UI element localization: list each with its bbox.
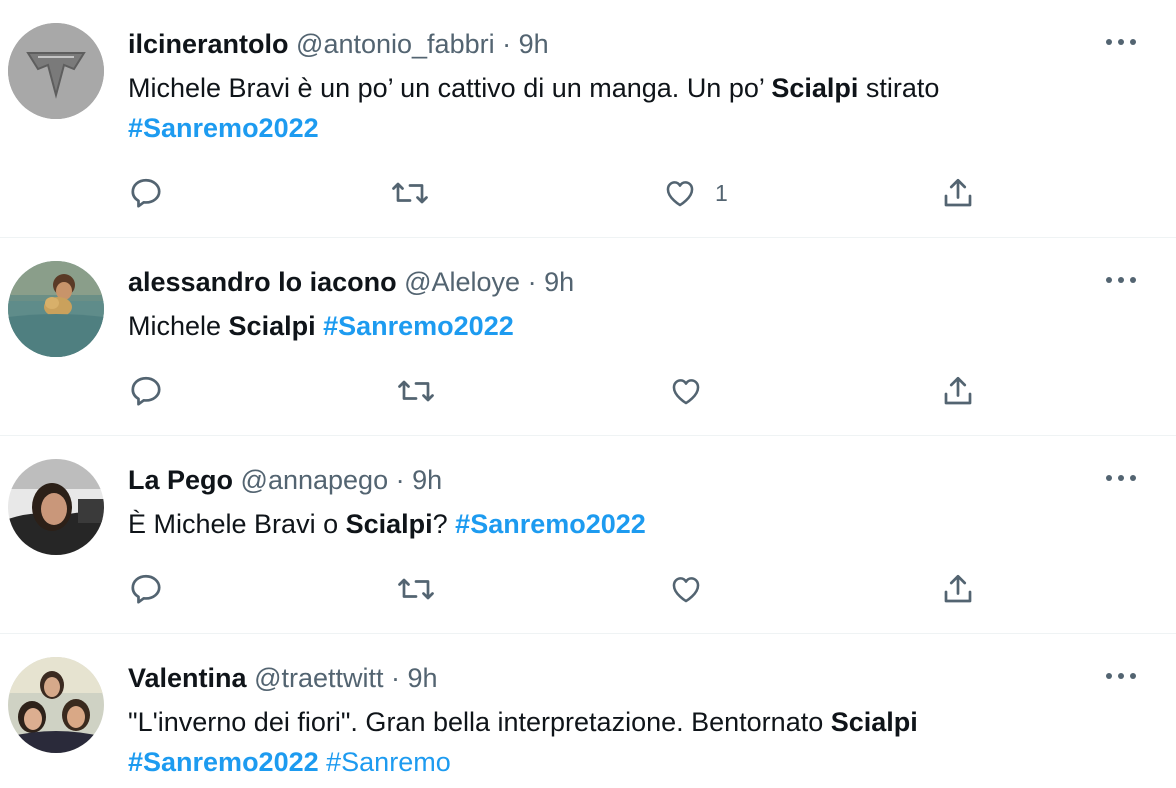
avatar[interactable] (8, 261, 104, 357)
timestamp[interactable]: 9h (408, 663, 438, 693)
like-button[interactable] (669, 569, 703, 609)
reply-icon (131, 376, 161, 406)
tweet[interactable]: alessandro lo iacono @Aleloye · 9h Miche… (0, 238, 1176, 436)
more-options-button[interactable] (1104, 666, 1138, 686)
avatar[interactable] (8, 23, 104, 119)
separator-dot: · (395, 465, 405, 495)
share-icon (944, 574, 972, 603)
more-options-button[interactable] (1104, 270, 1138, 290)
bold-keyword: Scialpi (345, 509, 433, 539)
separator-dot: · (502, 29, 512, 59)
more-icon (1106, 673, 1136, 679)
tweet-actions (128, 371, 988, 411)
bold-keyword: Scialpi (771, 73, 859, 103)
avatar[interactable] (8, 657, 104, 753)
tweet-header: alessandro lo iacono @Aleloye · 9h (128, 265, 574, 299)
retweet-button[interactable] (396, 569, 436, 609)
text-segment: "L'inverno dei fiori". Gran bella interp… (128, 707, 831, 737)
tweet[interactable]: ilcinerantolo @antonio_fabbri · 9h Miche… (0, 0, 1176, 238)
person-with-dog-avatar-icon (8, 261, 104, 357)
reply-icon (131, 574, 161, 604)
heart-icon (666, 181, 694, 207)
hashtag-link[interactable]: #Sanremo2022 (128, 113, 319, 143)
user-handle[interactable]: @antonio_fabbri (296, 29, 495, 59)
hashtag-link[interactable]: #Sanremo2022 (323, 311, 514, 341)
separator-dot: · (391, 663, 401, 693)
reply-button[interactable] (128, 569, 164, 609)
heart-icon (672, 379, 700, 405)
avatar[interactable] (8, 459, 104, 555)
hashtag-link[interactable]: #Sanremo (326, 747, 451, 777)
reply-button[interactable] (128, 371, 164, 411)
display-name[interactable]: ilcinerantolo (128, 29, 289, 59)
tweet-header: La Pego @annapego · 9h (128, 463, 442, 497)
display-name[interactable]: La Pego (128, 465, 233, 495)
like-button[interactable]: 1 (663, 173, 728, 213)
timestamp[interactable]: 9h (544, 267, 574, 297)
display-name[interactable]: Valentina (128, 663, 247, 693)
tweet-text: È Michele Bravi o Scialpi? #Sanremo2022 (128, 504, 1088, 544)
group-photo-avatar-icon (8, 657, 104, 753)
timestamp[interactable]: 9h (519, 29, 549, 59)
more-options-button[interactable] (1104, 468, 1138, 488)
share-button[interactable] (940, 371, 976, 411)
share-button[interactable] (940, 569, 976, 609)
text-segment: Michele (128, 311, 229, 341)
retweet-icon (398, 578, 434, 600)
tweet-text: "L'inverno dei fiori". Gran bella interp… (128, 702, 1088, 782)
more-options-button[interactable] (1104, 32, 1138, 52)
tweet-actions: 1 (128, 173, 988, 213)
tweet[interactable]: La Pego @annapego · 9h È Michele Bravi o… (0, 436, 1176, 634)
reply-icon (131, 178, 161, 208)
retweet-button[interactable] (396, 371, 436, 411)
retweet-icon (398, 380, 434, 402)
bold-keyword: Scialpi (830, 707, 918, 737)
tweet-text: Michele Bravi è un po’ un cattivo di un … (128, 68, 1088, 148)
more-icon (1106, 475, 1136, 481)
share-icon (944, 178, 972, 207)
tweet-text: Michele Scialpi #Sanremo2022 (128, 306, 1088, 346)
retweet-button[interactable] (390, 173, 430, 213)
like-count: 1 (715, 179, 728, 206)
text-segment: Michele Bravi è un po’ un cattivo di un … (128, 73, 772, 103)
text-segment: È Michele Bravi o (128, 509, 346, 539)
retweet-icon (392, 182, 428, 204)
tweet-header: ilcinerantolo @antonio_fabbri · 9h (128, 27, 549, 61)
hashtag-link[interactable]: #Sanremo2022 (128, 747, 319, 777)
share-icon (944, 376, 972, 405)
heart-icon (672, 577, 700, 603)
woman-portrait-avatar-icon (8, 459, 104, 555)
user-handle[interactable]: @Aleloye (404, 267, 520, 297)
user-handle[interactable]: @traettwitt (254, 663, 383, 693)
bold-keyword: Scialpi (228, 311, 316, 341)
timestamp[interactable]: 9h (412, 465, 442, 495)
fish-emblem-avatar-icon (8, 23, 104, 119)
tweet-header: Valentina @traettwitt · 9h (128, 661, 438, 695)
share-button[interactable] (940, 173, 976, 213)
text-segment: stirato (858, 73, 940, 103)
reply-button[interactable] (128, 173, 164, 213)
text-segment: ? (432, 509, 456, 539)
tweet-actions (128, 569, 988, 609)
tweet[interactable]: Valentina @traettwitt · 9h "L'inverno de… (0, 634, 1176, 788)
more-icon (1106, 39, 1136, 45)
display-name[interactable]: alessandro lo iacono (128, 267, 397, 297)
hashtag-link[interactable]: #Sanremo2022 (455, 509, 646, 539)
like-button[interactable] (669, 371, 703, 411)
more-icon (1106, 277, 1136, 283)
text-segment (316, 311, 324, 341)
separator-dot: · (527, 267, 537, 297)
user-handle[interactable]: @annapego (241, 465, 389, 495)
